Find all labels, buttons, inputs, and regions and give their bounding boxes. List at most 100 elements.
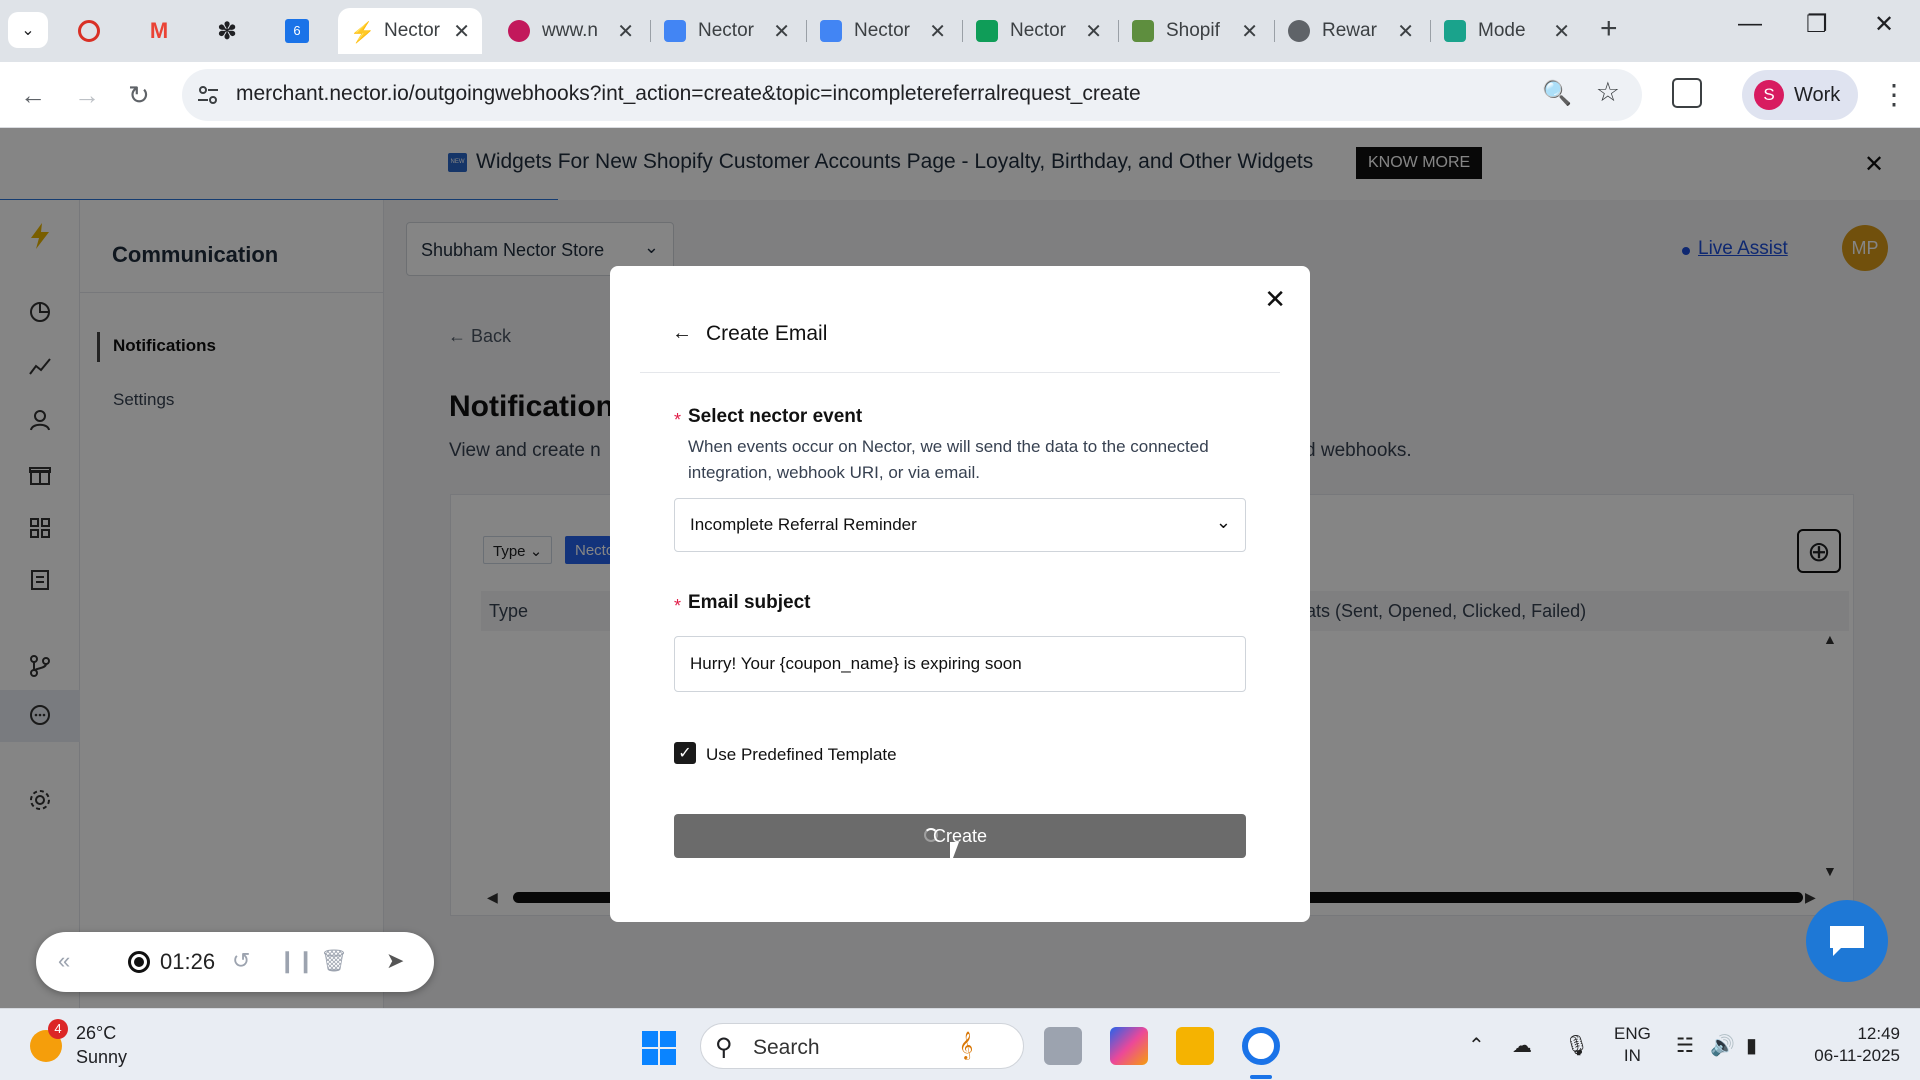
delete-icon[interactable]: 🗑 [320,948,348,974]
cloud-icon[interactable]: ☁ [1512,1033,1532,1058]
shopify-icon [1444,20,1466,42]
tab-mode[interactable]: Mode ✕ [1432,8,1582,54]
avatar: S [1754,80,1784,110]
close-tab-icon[interactable]: ✕ [773,19,790,44]
create-email-modal: ✕ ← Create Email * Select nector event W… [610,266,1310,922]
stop-record-icon[interactable] [128,951,150,973]
recording-time: 01:26 [160,949,216,974]
tab-separator [1274,20,1275,42]
predefined-template-checkbox[interactable]: ✓ [674,742,696,764]
email-subject-input[interactable]: Hurry! Your {coupon_name} is expiring so… [674,636,1246,692]
tab-title: Nector [854,20,910,41]
clock[interactable]: 12:49 06-11-2025 [1796,1023,1900,1067]
show-hidden-icons-icon[interactable]: ⌃ [1468,1033,1485,1058]
event-select[interactable]: Incomplete Referral Reminder ⌄ [674,498,1246,552]
browser-menu-icon[interactable]: ⋮ [1880,78,1908,111]
modal-title: Create Email [706,322,828,345]
close-window-icon[interactable]: ✕ [1874,10,1894,39]
tab-separator [962,20,963,42]
zoom-icon[interactable]: 🔍 [1542,79,1572,108]
close-modal-icon[interactable]: ✕ [1264,284,1286,315]
mouse-cursor-icon [950,842,968,866]
browser-toolbar: ← → ↻ merchant.nector.io/outgoingwebhook… [0,62,1920,128]
copilot-icon[interactable] [1110,1027,1148,1065]
weather-badge: 4 [48,1019,68,1039]
divider [640,372,1280,373]
tab-strip: ⌄ M ✽ 6 ⚡ Nector ✕ www.n ✕ Nector ✕ Nect… [0,0,1920,62]
file-explorer-icon[interactable] [1176,1027,1214,1065]
tab-search-button[interactable]: ⌄ [8,12,48,48]
tab-separator [1118,20,1119,42]
collapse-icon[interactable]: « [58,948,70,974]
tab-rewards[interactable]: Rewar ✕ [1276,8,1426,54]
back-arrow-icon[interactable]: ← [672,322,692,345]
minimize-icon[interactable]: — [1738,10,1762,38]
chat-button[interactable] [1806,900,1888,982]
screen-recorder-bar: « 01:26 ↺ ❙❙ 🗑 ➤ [36,932,434,992]
record-icon [78,20,100,42]
tab-nector-doc-1[interactable]: Nector ✕ [652,8,802,54]
close-tab-icon[interactable]: ✕ [1085,19,1102,44]
tab-shopify[interactable]: Shopif ✕ [1120,8,1270,54]
tab-www[interactable]: www.n ✕ [496,8,646,54]
windows-start-icon[interactable] [642,1031,676,1065]
close-tab-icon[interactable]: ✕ [453,19,470,44]
wifi-icon[interactable]: ☵ [1676,1033,1694,1058]
tab-separator [806,20,807,42]
loading-spinner-icon [924,828,938,842]
profile-label: Work [1794,83,1841,106]
search-highlight-icon: 𝄞 [959,1032,974,1059]
pinned-tab-record[interactable] [72,14,106,48]
pinned-tab-chatgpt[interactable]: ✽ [210,14,244,48]
sheets-icon [976,20,998,42]
tab-title: Nector [384,20,440,41]
tab-title: Nector [1010,20,1066,41]
event-help-text: When events occur on Nector, we will sen… [688,437,1209,482]
extensions-icon[interactable] [1672,78,1702,108]
tab-title: Rewar [1322,20,1377,41]
close-tab-icon[interactable]: ✕ [929,19,946,44]
nector-bolt-icon: ⚡ [350,22,375,44]
globe-icon [1288,20,1310,42]
volume-icon[interactable]: 🔊 [1710,1033,1735,1058]
bookmark-star-icon[interactable]: ☆ [1596,77,1620,108]
reload-icon[interactable]: ↻ [128,80,150,111]
tab-separator [650,20,651,42]
profile-button[interactable]: S Work [1742,70,1858,120]
tab-nector-sheet[interactable]: Nector ✕ [964,8,1114,54]
close-tab-icon[interactable]: ✕ [1553,19,1570,44]
pinned-tab-calendar[interactable]: 6 [280,14,314,48]
new-tab-icon[interactable]: + [1600,12,1618,46]
pause-icon[interactable]: ❙❙ [278,948,315,974]
weather-condition[interactable]: Sunny [76,1047,127,1068]
predefined-template-label[interactable]: Use Predefined Template [706,745,897,765]
address-bar[interactable]: merchant.nector.io/outgoingwebhooks?int_… [182,69,1642,121]
chatgpt-icon: ✽ [216,17,238,45]
pointer-icon[interactable]: ➤ [386,948,404,974]
tab-title: www.n [542,20,598,41]
tab-nector-active[interactable]: ⚡ Nector ✕ [338,8,482,54]
required-asterisk: * [674,410,682,430]
restore-icon[interactable]: ❐ [1806,10,1828,39]
taskbar-search[interactable]: ⚲ Search 𝄞 [700,1023,1024,1069]
site-settings-icon[interactable] [194,81,222,109]
close-tab-icon[interactable]: ✕ [617,19,634,44]
chrome-icon[interactable] [1242,1027,1280,1065]
close-tab-icon[interactable]: ✕ [1397,19,1414,44]
forward-arrow-icon[interactable]: → [74,80,100,111]
date: 06-11-2025 [1814,1046,1900,1065]
battery-icon[interactable]: ▮ [1746,1033,1757,1058]
url-text[interactable]: merchant.nector.io/outgoingwebhooks?int_… [236,82,1141,106]
language-indicator[interactable]: ENG IN [1614,1023,1651,1067]
pinned-tab-gmail[interactable]: M [142,14,176,48]
search-label: Search [753,1036,820,1059]
close-tab-icon[interactable]: ✕ [1241,19,1258,44]
restart-icon[interactable]: ↺ [232,948,250,974]
lang-bottom: IN [1623,1046,1641,1065]
site-favicon-icon [508,20,530,42]
temperature[interactable]: 26°C [76,1023,116,1044]
tab-nector-doc-2[interactable]: Nector ✕ [808,8,958,54]
microphone-icon[interactable]: 🎙 [1564,1033,1589,1058]
back-arrow-icon[interactable]: ← [20,80,46,111]
task-view-icon[interactable] [1044,1027,1082,1065]
